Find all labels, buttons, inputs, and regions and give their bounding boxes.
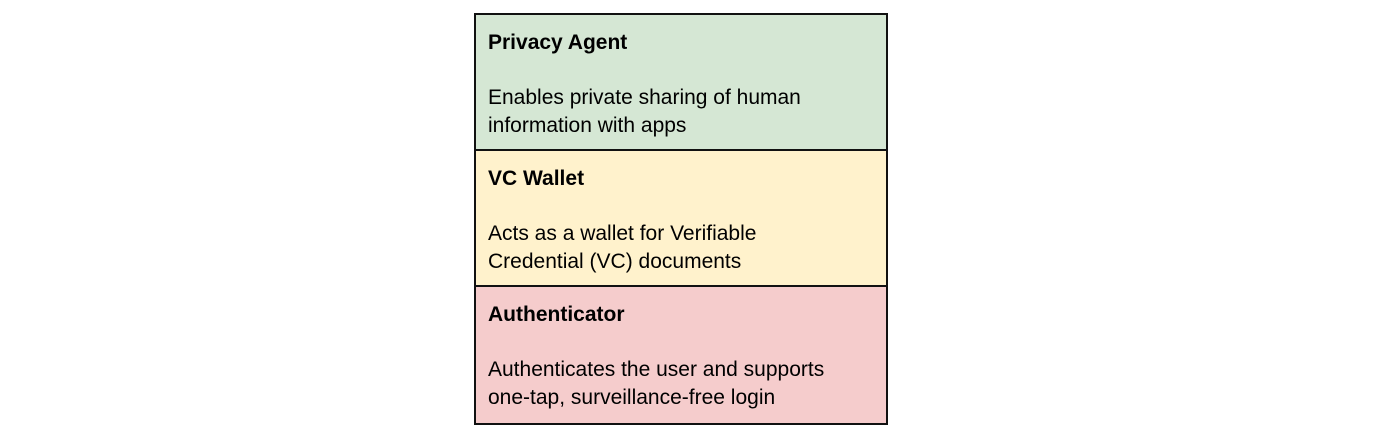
layer-description-line: Enables private sharing of human xyxy=(488,86,801,109)
layer-description-line: Acts as a wallet for Verifiable xyxy=(488,222,757,245)
layer-description: Authenticates the user and supports one-… xyxy=(488,356,874,412)
layer-stack-diagram: Privacy Agent Enables private sharing of… xyxy=(474,13,888,425)
layer-title: Authenticator xyxy=(488,303,625,326)
layer-privacy-agent: Privacy Agent Enables private sharing of… xyxy=(476,15,886,151)
layer-description: Enables private sharing of human informa… xyxy=(488,84,874,140)
layer-title: VC Wallet xyxy=(488,167,585,190)
layer-description-line: Authenticates the user and supports xyxy=(488,358,825,381)
layer-description: Acts as a wallet for Verifiable Credenti… xyxy=(488,220,874,276)
layer-description-line: Credential (VC) documents xyxy=(488,250,742,273)
layer-authenticator: Authenticator Authenticates the user and… xyxy=(476,287,886,423)
layer-title: Privacy Agent xyxy=(488,31,628,54)
layer-description-line: information with apps xyxy=(488,114,687,137)
layer-vc-wallet: VC Wallet Acts as a wallet for Verifiabl… xyxy=(476,151,886,287)
layer-description-line: one-tap, surveillance-free login xyxy=(488,386,776,409)
